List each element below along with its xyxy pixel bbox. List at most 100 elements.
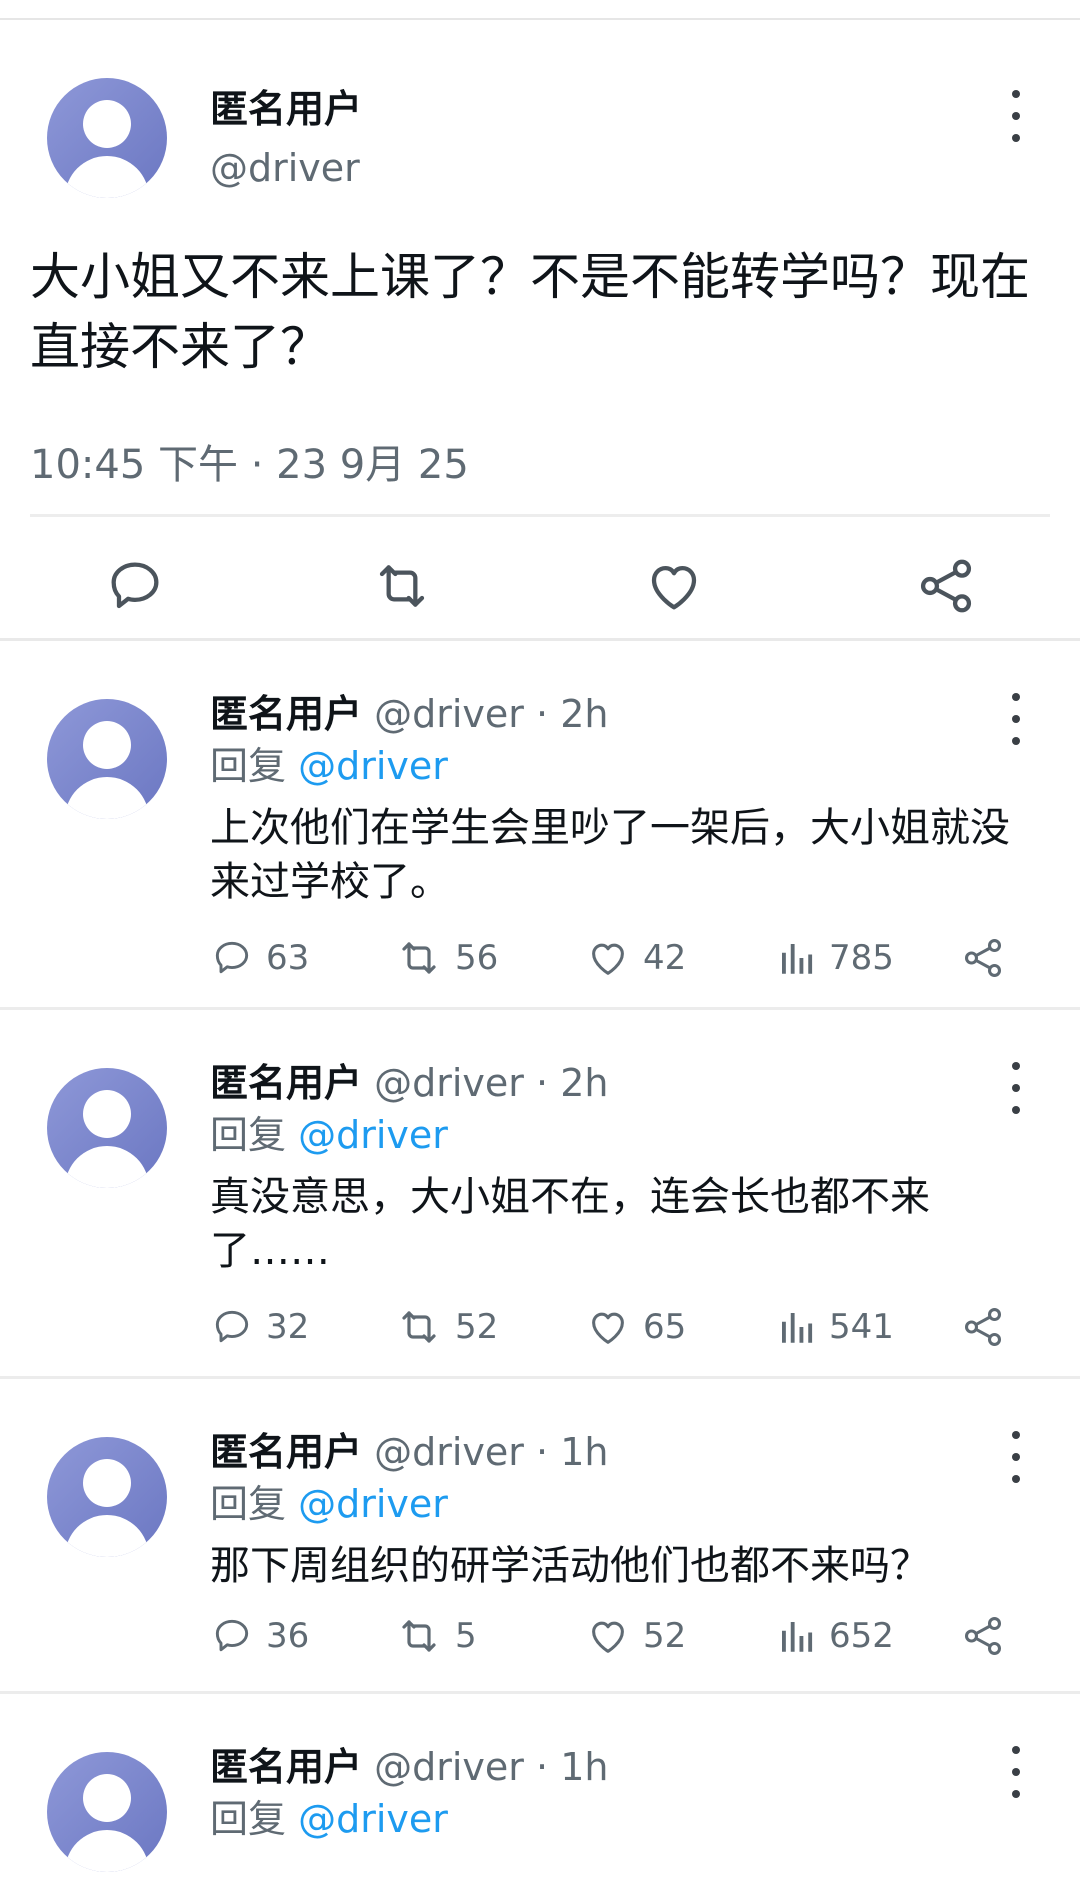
more-options-icon[interactable] <box>1008 1431 1024 1483</box>
separator-dot: · <box>536 1430 549 1474</box>
reply-header: 匿名用户 @driver · 1h <box>210 1421 608 1476</box>
reply-header: 匿名用户 @driver · 1h <box>210 1736 608 1791</box>
reply-header: 匿名用户 @driver · 2h <box>210 683 608 738</box>
view-count: 785 <box>829 938 894 978</box>
retweet-count-button[interactable]: 56 <box>395 933 498 983</box>
share-icon <box>964 1308 1002 1346</box>
view-count-button[interactable]: 541 <box>775 1302 894 1352</box>
replying-to: 回复 @driver <box>210 1788 448 1843</box>
reply-time[interactable]: 2h <box>560 692 608 736</box>
reply-text: 上次他们在学生会里吵了一架后，大小姐就没来过学校了。 <box>210 805 1010 905</box>
replying-to: 回复 @driver <box>210 735 448 790</box>
reply-stats: 63 56 42 785 <box>210 933 1030 983</box>
reply-text: 真没意思，大小姐不在，连会长也都不来了…… <box>210 1174 930 1274</box>
reply-prefix: 回复 <box>210 1113 287 1157</box>
share-button[interactable] <box>960 933 1018 983</box>
avatar[interactable] <box>47 1752 167 1872</box>
more-options-icon[interactable] <box>1008 1062 1024 1114</box>
reply-count: 32 <box>266 1307 310 1347</box>
reply-count-button[interactable]: 63 <box>210 933 309 983</box>
more-options-icon[interactable] <box>1008 90 1024 142</box>
reply-time[interactable]: 1h <box>560 1745 608 1789</box>
avatar[interactable] <box>47 78 167 198</box>
author-name[interactable]: 匿名用户 <box>210 692 362 736</box>
reply-time[interactable]: 1h <box>560 1430 608 1474</box>
like-icon[interactable] <box>642 554 706 618</box>
reply-tweet[interactable]: 匿名用户 @driver · 2h 回复 @driver 上次他们在学生会里吵了… <box>0 641 1080 1010</box>
author-handle[interactable]: @driver <box>374 1430 524 1474</box>
share-icon <box>964 939 1002 977</box>
reply-tweet[interactable]: 匿名用户 @driver · 2h 回复 @driver 真没意思，大小姐不在，… <box>0 1010 1080 1379</box>
retweet-count: 56 <box>455 938 499 978</box>
separator-dot: · <box>536 1061 549 1105</box>
reply-prefix: 回复 <box>210 1797 287 1841</box>
like-icon <box>592 943 624 975</box>
reply-time[interactable]: 2h <box>560 1061 608 1105</box>
author-name[interactable]: 匿名用户 <box>210 78 362 133</box>
more-options-icon[interactable] <box>1008 693 1024 745</box>
retweet-count-button[interactable]: 52 <box>395 1302 498 1352</box>
more-options-icon[interactable] <box>1008 1746 1024 1798</box>
share-icon <box>964 1617 1002 1655</box>
author-handle[interactable]: @driver <box>374 1061 524 1105</box>
mention-link[interactable]: @driver <box>298 1797 448 1841</box>
views-icon <box>782 944 813 974</box>
share-icon[interactable] <box>914 554 978 618</box>
main-tweet: 匿名用户 @driver 大小姐又不来上课了？不是不能转学吗？现在直接不来了？ … <box>0 20 1080 641</box>
author-name[interactable]: 匿名用户 <box>210 1745 362 1789</box>
view-count: 652 <box>829 1616 894 1656</box>
author-handle[interactable]: @driver <box>374 1745 524 1789</box>
view-count: 541 <box>829 1307 894 1347</box>
divider <box>30 514 1050 517</box>
avatar[interactable] <box>47 1068 167 1188</box>
views-icon <box>782 1313 813 1343</box>
reply-icon[interactable] <box>103 554 167 618</box>
reply-icon <box>215 941 249 974</box>
retweet-icon <box>402 942 436 974</box>
view-count-button[interactable]: 652 <box>775 1611 894 1661</box>
share-button[interactable] <box>960 1302 1018 1352</box>
reply-icon <box>215 1310 249 1343</box>
reply-tweet[interactable]: 匿名用户 @driver · 1h 回复 @driver 那下周组织的研学活动他… <box>0 1379 1080 1694</box>
retweet-icon <box>402 1620 436 1652</box>
separator-dot: · <box>536 692 549 736</box>
mention-link[interactable]: @driver <box>298 1113 448 1157</box>
retweet-count: 52 <box>455 1307 499 1347</box>
reply-count: 36 <box>266 1616 310 1656</box>
reply-tweet[interactable]: 匿名用户 @driver · 1h 回复 @driver <box>0 1694 1080 1894</box>
reply-icon <box>215 1619 249 1652</box>
reply-prefix: 回复 <box>210 744 287 788</box>
like-icon <box>592 1621 624 1653</box>
avatar[interactable] <box>47 699 167 819</box>
replying-to: 回复 @driver <box>210 1473 448 1528</box>
avatar[interactable] <box>47 1437 167 1557</box>
tweet-text: 大小姐又不来上课了？不是不能转学吗？现在直接不来了？ <box>30 248 1030 376</box>
replying-to: 回复 @driver <box>210 1104 448 1159</box>
reply-count-button[interactable]: 32 <box>210 1302 309 1352</box>
share-button[interactable] <box>960 1611 1018 1661</box>
like-count: 65 <box>643 1307 687 1347</box>
like-count-button[interactable]: 52 <box>585 1611 686 1661</box>
author-handle[interactable]: @driver <box>374 692 524 736</box>
view-count-button[interactable]: 785 <box>775 933 894 983</box>
tweet-timestamp[interactable]: 10:45 下午 · 23 9月 25 <box>30 432 469 490</box>
retweet-icon <box>402 1311 436 1343</box>
like-icon <box>592 1312 624 1344</box>
reply-text: 那下周组织的研学活动他们也都不来吗？ <box>210 1543 930 1589</box>
reply-stats: 36 5 52 652 <box>210 1611 1030 1661</box>
reply-count-button[interactable]: 36 <box>210 1611 309 1661</box>
like-count-button[interactable]: 65 <box>585 1302 686 1352</box>
author-handle[interactable]: @driver <box>210 146 360 190</box>
retweet-icon[interactable] <box>370 554 434 618</box>
author-name[interactable]: 匿名用户 <box>210 1430 362 1474</box>
reply-header: 匿名用户 @driver · 2h <box>210 1052 608 1107</box>
author-name[interactable]: 匿名用户 <box>210 1061 362 1105</box>
retweet-count: 5 <box>455 1616 477 1656</box>
mention-link[interactable]: @driver <box>298 744 448 788</box>
retweet-count-button[interactable]: 5 <box>395 1611 477 1661</box>
like-count-button[interactable]: 42 <box>585 933 686 983</box>
mention-link[interactable]: @driver <box>298 1482 448 1526</box>
like-count: 42 <box>643 938 687 978</box>
separator-dot: · <box>536 1745 549 1789</box>
like-count: 52 <box>643 1616 687 1656</box>
